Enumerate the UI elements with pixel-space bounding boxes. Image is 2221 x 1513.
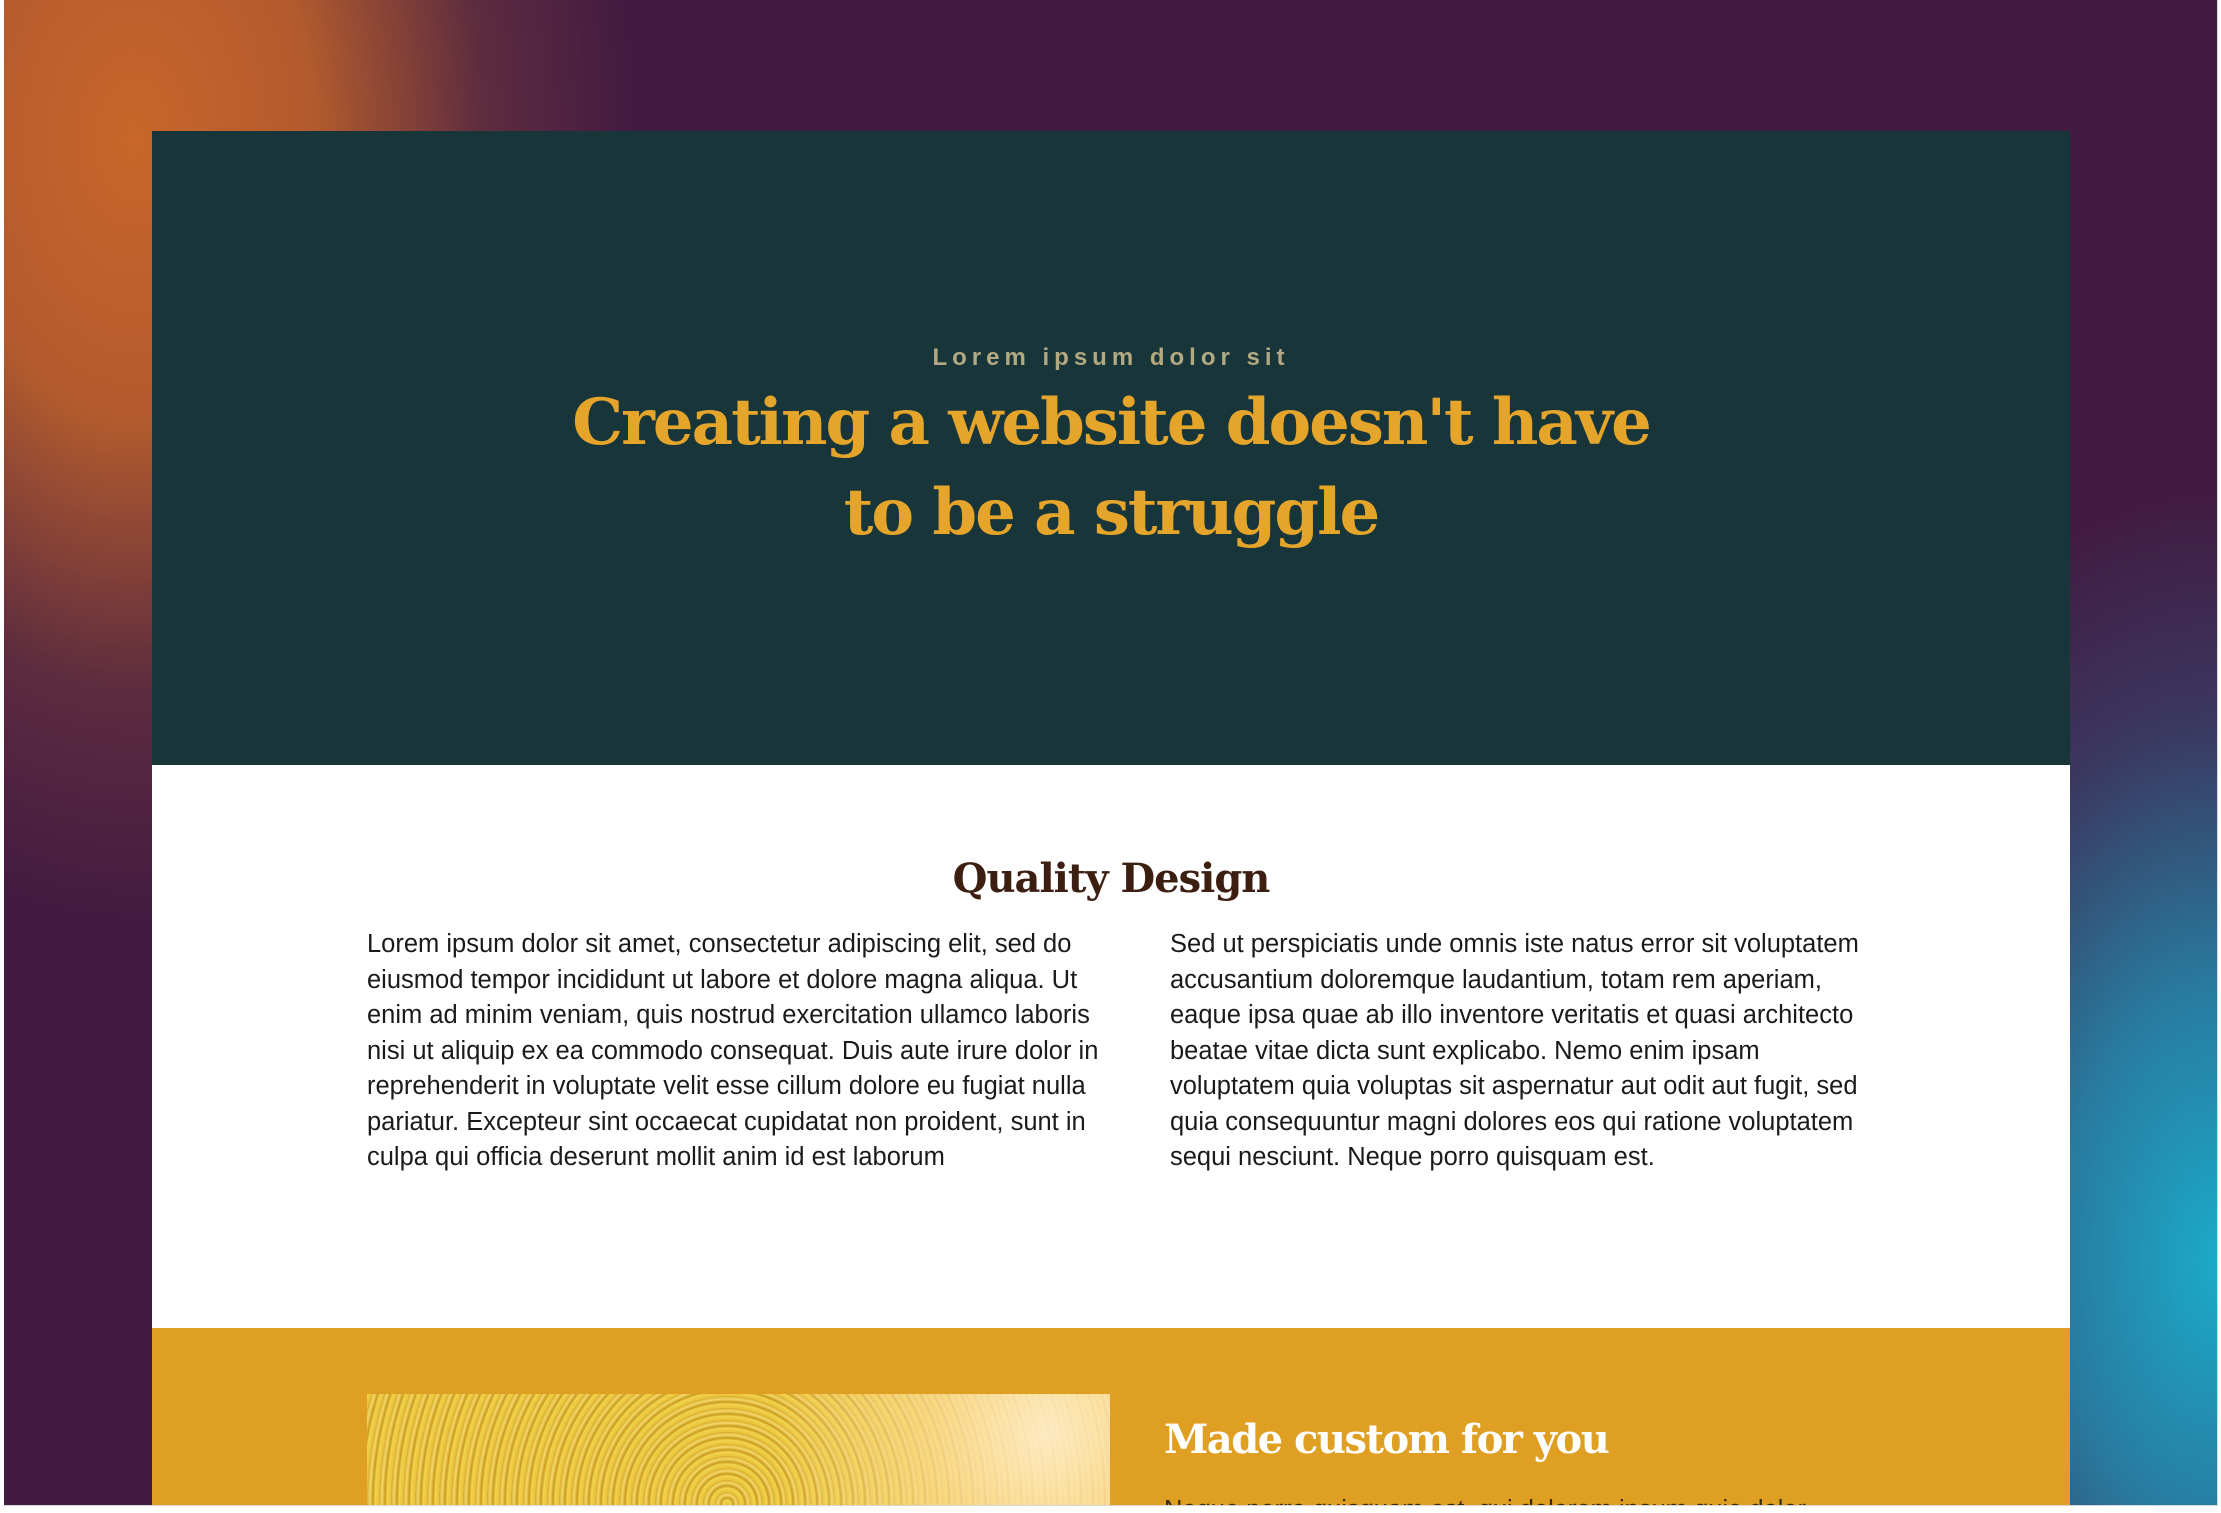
flower-closeup-image [367, 1394, 1110, 1505]
canvas-background: Lorem ipsum dolor sit Creating a website… [4, 0, 2218, 1506]
quality-design-section: Quality Design Lorem ipsum dolor sit ame… [152, 765, 2070, 1328]
quality-text-right: Sed ut perspiciatis unde omnis iste natu… [1170, 930, 1859, 1171]
website-page: Lorem ipsum dolor sit Creating a website… [152, 131, 2070, 1505]
hero-title: Creating a website doesn't have to be a … [572, 385, 1652, 550]
quality-text-left: Lorem ipsum dolor sit amet, consectetur … [367, 930, 1099, 1171]
made-custom-section: Made custom for you Neque porro quisquam… [152, 1328, 2070, 1505]
hero-eyebrow: Lorem ipsum dolor sit [932, 344, 1290, 371]
hero-section: Lorem ipsum dolor sit Creating a website… [152, 131, 2070, 765]
made-custom-heading: Made custom for you [1164, 1416, 1610, 1463]
quality-design-heading: Quality Design [952, 855, 1271, 902]
made-custom-text: Neque porro quisquam est, qui dolorem ip… [1164, 1493, 1864, 1505]
